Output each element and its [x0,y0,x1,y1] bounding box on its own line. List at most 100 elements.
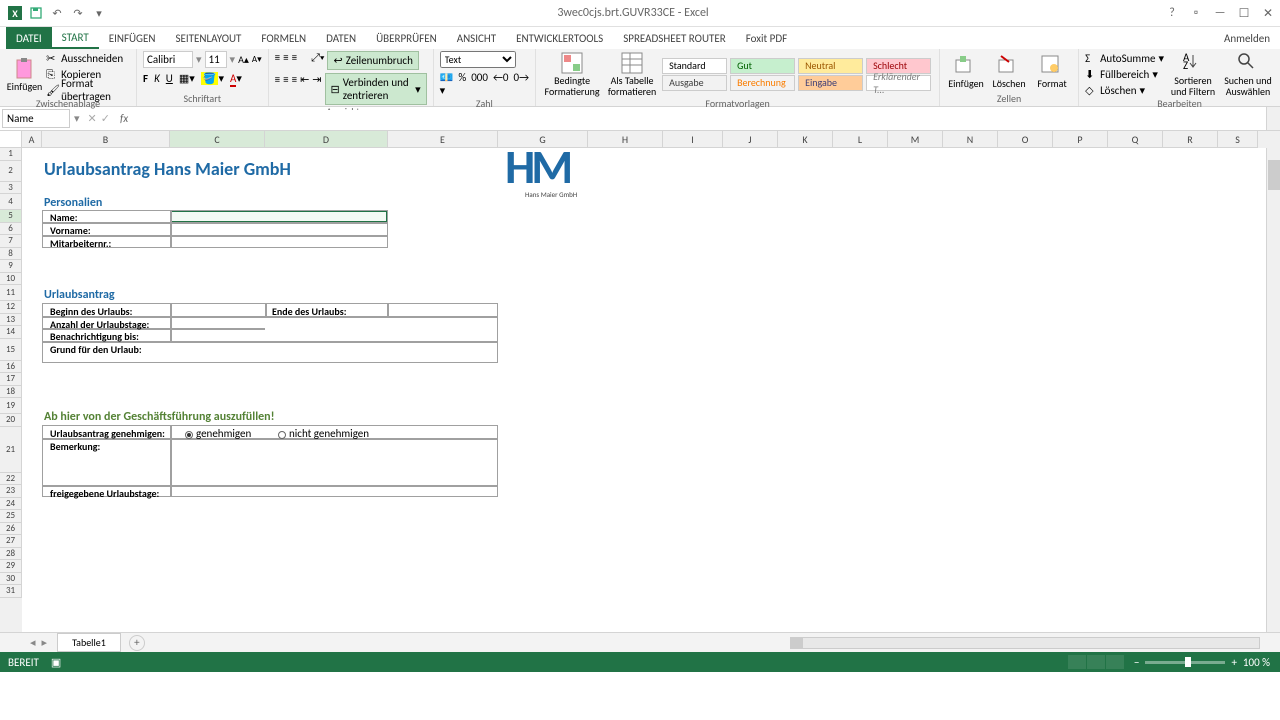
bold-button[interactable]: F [143,72,148,85]
add-sheet-button[interactable]: + [129,635,145,651]
section-urlaubsantrag: Urlaubsantrag [44,288,115,302]
macro-record-icon[interactable]: ▣ [47,656,65,669]
thousands-icon[interactable]: 000 [471,71,488,97]
tab-start[interactable]: START [52,27,99,49]
align-left-icon[interactable]: ≡ [275,73,280,105]
italic-button[interactable]: K [154,72,160,85]
column-headers[interactable]: ABCDEGHIJKLMNOPQRS [22,131,1266,148]
sheet-nav-next-icon[interactable]: ▸ [42,636,48,649]
vertical-scrollbar[interactable] [1266,148,1280,632]
tab-spreadsheet-router[interactable]: SPREADSHEET ROUTER [613,27,736,49]
help-icon[interactable]: ? [1160,3,1184,23]
clear-button[interactable]: ◇Löschen▾ [1085,83,1164,97]
merge-button[interactable]: ⊟Verbinden und zentrieren▾ [325,73,427,105]
close-icon[interactable]: ✕ [1256,3,1280,23]
qat-undo-icon[interactable]: ↶ [50,6,64,20]
conditional-formatting-button[interactable]: Bedingte Formatierung [542,51,602,97]
label-grund: Grund für den Urlaub: [50,343,142,356]
label-freigegeben: freigegebene Urlaubstage: [50,487,159,500]
sheet-nav-prev-icon[interactable]: ◂ [30,636,36,649]
orientation-icon[interactable]: ⤢▾ [311,51,324,70]
autosum-button[interactable]: ΣAutoSumme▾ [1085,51,1164,65]
tab-datei[interactable]: DATEI [6,27,52,49]
border-button[interactable]: ▦▾ [179,72,195,85]
percent-icon[interactable]: % [458,71,466,97]
align-center-icon[interactable]: ≡ [283,73,288,105]
paste-button[interactable]: Einfügen [6,57,43,92]
zoom-in-icon[interactable]: + [1231,656,1236,669]
tab-ueberpruefen[interactable]: ÜBERPRÜFEN [366,27,447,49]
delete-cells-button[interactable]: Löschen [989,54,1029,89]
view-pagebreak-icon[interactable] [1106,655,1124,669]
horizontal-scrollbar[interactable] [145,637,1280,649]
zoom-out-icon[interactable]: − [1134,656,1139,669]
format-painter-button[interactable]: 🖌Format übertragen [46,83,130,97]
cell-styles-gallery[interactable]: StandardGutNeutralSchlechtAusgabeBerechn… [662,58,933,91]
font-size-input[interactable] [205,51,227,68]
doc-title: Urlaubsantrag Hans Maier GmbH [44,158,291,180]
svg-text:Z: Z [1183,59,1188,71]
radio-genehmigen[interactable]: genehmigen [185,427,251,440]
view-normal-icon[interactable] [1068,655,1086,669]
signin-link[interactable]: Anmelden [1214,27,1280,49]
label-beginn: Beginn des Urlaubs: [50,305,132,318]
currency-icon[interactable]: 💶▾ [440,71,454,97]
group-label-editing: Bearbeiten [1085,97,1274,110]
qat-redo-icon[interactable]: ↷ [71,6,85,20]
underline-button[interactable]: U [166,72,173,85]
enter-formula-icon[interactable]: ✓ [101,112,110,125]
formula-input[interactable] [132,110,1266,127]
name-box[interactable] [2,109,70,128]
radio-nicht-genehmigen[interactable]: nicht genehmigen [278,427,369,440]
font-name-input[interactable] [143,51,193,68]
tab-einfuegen[interactable]: EINFÜGEN [99,27,166,49]
tab-entwicklertools[interactable]: ENTWICKLERTOOLS [506,27,613,49]
minimize-icon[interactable]: — [1208,3,1232,23]
select-all-corner[interactable] [0,131,22,148]
worksheet-area[interactable]: Urlaubsantrag Hans Maier GmbH HM Hans Ma… [22,148,1266,632]
indent-decrease-icon[interactable]: ⇤ [300,73,309,105]
align-top-icon[interactable]: ≡ [275,51,280,70]
font-color-button[interactable]: A▾ [230,72,242,85]
format-as-table-button[interactable]: Als Tabelle formatieren [605,51,659,97]
decrease-font-icon[interactable]: A▾ [252,54,262,65]
indent-increase-icon[interactable]: ⇥ [312,73,321,105]
sheet-tab[interactable]: Tabelle1 [57,633,121,652]
wrap-text-button[interactable]: ↩Zeilenumbruch [327,51,418,70]
find-select-button[interactable]: Suchen und Auswählen [1222,51,1274,97]
number-format-select[interactable]: Text [440,51,516,68]
tab-ansicht[interactable]: ANSICHT [447,27,506,49]
zoom-level[interactable]: 100 % [1243,656,1270,669]
fill-color-button[interactable]: 🪣▾ [201,72,224,85]
view-pagelayout-icon[interactable] [1087,655,1105,669]
tab-seitenlayout[interactable]: SEITENLAYOUT [165,27,251,49]
qat-customize-icon[interactable]: ▾ [92,6,106,20]
ribbon-tabs: DATEI START EINFÜGEN SEITENLAYOUT FORMEL… [0,27,1280,49]
row-headers[interactable]: 1234567891011121314151617181920212223242… [0,148,22,632]
decimal-increase-icon[interactable]: ←0 [493,71,509,97]
cancel-formula-icon[interactable]: ✕ [88,112,97,125]
label-vorname: Vorname: [50,224,91,237]
fill-button[interactable]: ⬇Füllbereich▾ [1085,67,1164,81]
qat-save-icon[interactable] [29,6,43,20]
label-name: Name: [50,211,77,224]
tab-formeln[interactable]: FORMELN [251,27,316,49]
tab-foxit-pdf[interactable]: Foxit PDF [736,27,797,49]
group-label-number: Zahl [440,97,529,110]
fx-icon[interactable]: fx [116,112,132,125]
align-right-icon[interactable]: ≡ [292,73,297,105]
maximize-icon[interactable]: ☐ [1232,3,1256,23]
sort-filter-button[interactable]: AZSortieren und Filtern [1167,51,1219,97]
decimal-decrease-icon[interactable]: 0→ [514,71,530,97]
align-middle-icon[interactable]: ≡ [283,51,288,70]
align-bottom-icon[interactable]: ≡ [292,51,297,70]
ribbon-display-icon[interactable]: ▫ [1184,3,1208,23]
tab-daten[interactable]: DATEN [316,27,366,49]
zoom-slider[interactable] [1145,661,1225,664]
increase-font-icon[interactable]: A▴ [238,53,249,66]
status-ready: BEREIT [0,656,47,669]
cut-button[interactable]: ✂Ausschneiden [46,51,130,65]
excel-icon: X [8,6,22,20]
format-cells-button[interactable]: Format [1032,54,1072,89]
insert-cells-button[interactable]: Einfügen [946,54,986,89]
